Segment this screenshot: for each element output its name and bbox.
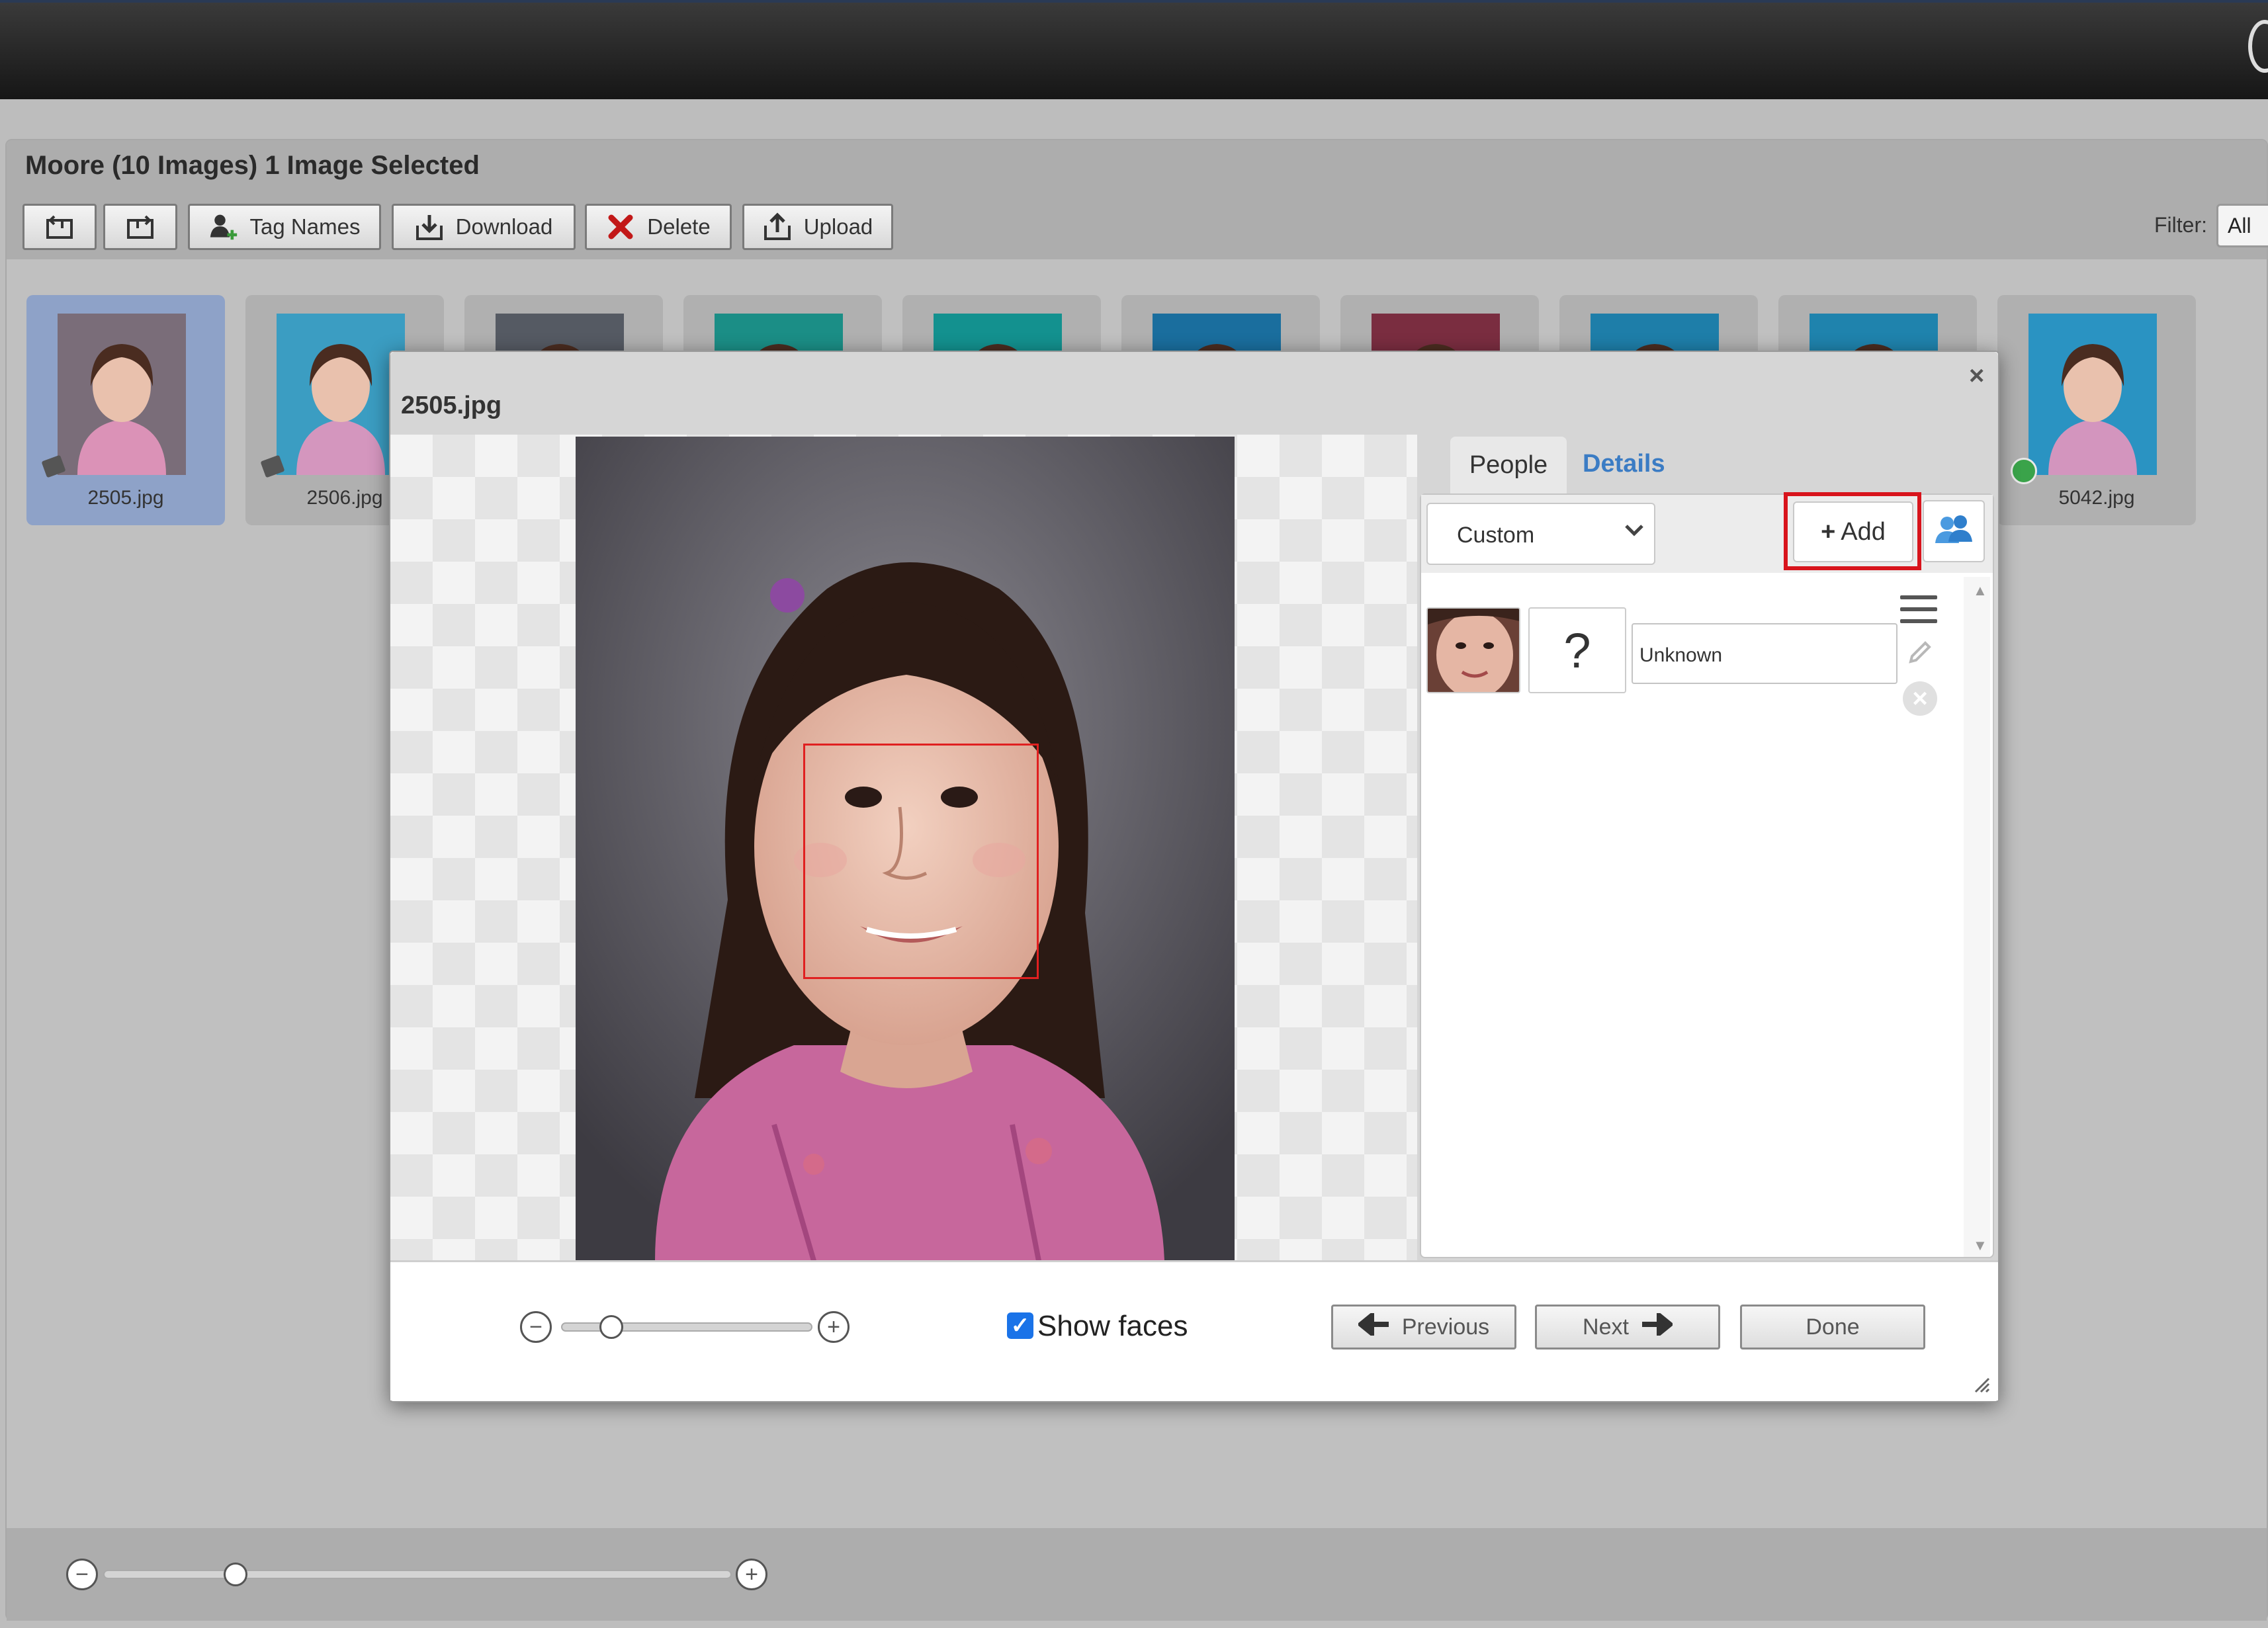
tab-people[interactable]: People (1450, 437, 1567, 493)
face-thumbnail[interactable] (1426, 607, 1520, 693)
tag-names-label: Tag Names (249, 214, 361, 239)
verified-check-icon (2011, 458, 2037, 484)
zoom-in-icon[interactable]: + (818, 1311, 850, 1343)
next-button[interactable]: Next (1535, 1305, 1720, 1350)
zoom-knob[interactable] (599, 1315, 623, 1339)
thumbnail-name: 2505.jpg (87, 487, 164, 509)
rotate-left-button[interactable] (22, 204, 97, 250)
rotate-right-button[interactable] (103, 204, 177, 250)
arrow-left-icon (1356, 1310, 1390, 1342)
thumbnail[interactable]: 5042.jpg (1997, 295, 2196, 525)
delete-label: Delete (647, 214, 711, 239)
show-faces-checkbox[interactable]: ✓ (1007, 1312, 1033, 1339)
dialog-header (390, 352, 1998, 435)
thumbnail-image (277, 314, 405, 475)
filter-select[interactable]: All (2216, 204, 2268, 247)
bottom-zoom-out-icon[interactable]: − (66, 1559, 98, 1590)
next-label: Next (1583, 1314, 1629, 1340)
bottom-zoom-in-icon[interactable]: + (736, 1559, 767, 1590)
previous-label: Previous (1401, 1314, 1490, 1340)
previous-button[interactable]: Previous (1331, 1305, 1516, 1350)
tag-person-icon (209, 212, 238, 241)
upload-icon (763, 212, 792, 241)
top-app-bar (0, 0, 2268, 99)
dialog-title: 2505.jpg (401, 392, 502, 419)
people-group-icon (1934, 514, 1974, 549)
upload-button[interactable]: Upload (742, 204, 893, 250)
scroll-up-icon[interactable]: ▲ (1973, 582, 1987, 599)
unknown-person-icon[interactable]: ? (1528, 607, 1626, 693)
person-name-field[interactable]: Unknown (1632, 623, 1897, 684)
bottom-zoom-track[interactable] (103, 1570, 732, 1579)
pencil-icon[interactable] (1905, 638, 1935, 667)
people-group-button[interactable] (1923, 500, 1985, 562)
resize-grip-icon[interactable] (1973, 1376, 1990, 1393)
download-label: Download (455, 214, 553, 239)
tag-names-button[interactable]: Tag Names (188, 204, 381, 250)
group-select[interactable]: Custom (1426, 503, 1655, 565)
delete-button[interactable]: Delete (585, 204, 732, 250)
thumbnail-image (58, 314, 186, 475)
download-icon (415, 212, 444, 241)
people-scrollbar[interactable] (1964, 577, 1990, 1257)
thumbnail[interactable]: 2505.jpg (26, 295, 225, 525)
face-detection-box[interactable] (803, 744, 1039, 979)
filter-label: Filter: (2154, 213, 2207, 237)
thumbnail-image (2028, 314, 2157, 475)
bottom-zoom-knob[interactable] (223, 1563, 247, 1586)
add-person-button[interactable]: + Add (1793, 501, 1913, 562)
album-title: Moore (10 Images) 1 Image Selected (25, 151, 480, 180)
chevron-down-icon (1622, 519, 1646, 546)
add-label: Add (1841, 517, 1886, 546)
close-icon[interactable]: × (1969, 361, 1984, 391)
thumbnail-name: 5042.jpg (2058, 487, 2135, 509)
done-label: Done (1806, 1314, 1860, 1340)
upload-label: Upload (803, 214, 873, 239)
zoom-out-icon[interactable]: − (520, 1311, 552, 1343)
plus-icon: + (1821, 517, 1836, 546)
rotate-left-icon (45, 212, 74, 241)
done-button[interactable]: Done (1740, 1305, 1925, 1350)
rotate-right-icon (126, 212, 155, 241)
remove-circle-icon[interactable]: × (1903, 681, 1937, 716)
menu-icon[interactable] (1900, 595, 1937, 624)
zoom-track[interactable] (561, 1322, 812, 1332)
download-button[interactable]: Download (392, 204, 576, 250)
tab-details[interactable]: Details (1583, 450, 1665, 478)
arrow-right-icon (1641, 1310, 1675, 1342)
delete-x-icon (606, 212, 635, 241)
scroll-down-icon[interactable]: ▼ (1973, 1237, 1987, 1254)
show-faces-label[interactable]: Show faces (1037, 1310, 1188, 1343)
